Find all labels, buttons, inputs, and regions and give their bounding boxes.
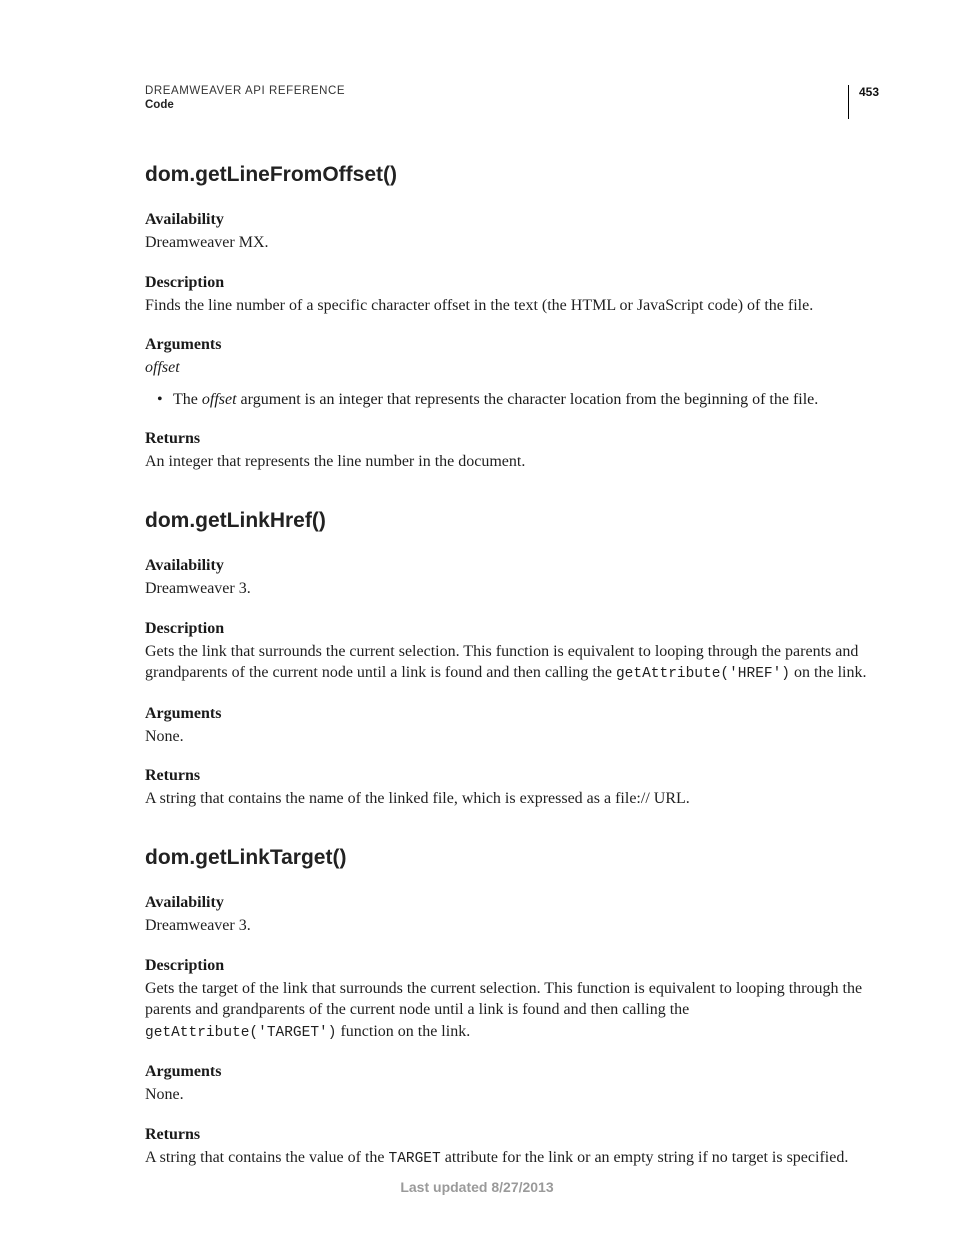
desc-post: function on the link. xyxy=(336,1023,470,1040)
returns-label: Returns xyxy=(145,430,879,448)
arg-em: offset xyxy=(202,391,237,408)
description-label: Description xyxy=(145,957,879,975)
doc-section: Code xyxy=(145,99,879,111)
returns-text: A string that contains the value of the … xyxy=(145,1147,879,1170)
api-entry: dom.getLinkHref() Availability Dreamweav… xyxy=(145,509,879,810)
page-number: 453 xyxy=(859,85,879,99)
arguments-list: The offset argument is an integer that r… xyxy=(145,389,879,411)
desc-pre: Gets the target of the link that surroun… xyxy=(145,980,862,1019)
ret-code: TARGET xyxy=(389,1151,441,1167)
availability-label: Availability xyxy=(145,211,879,229)
desc-code: getAttribute('HREF') xyxy=(616,666,790,682)
arguments-label: Arguments xyxy=(145,1063,879,1081)
availability-text: Dreamweaver MX. xyxy=(145,232,879,254)
function-heading: dom.getLinkTarget() xyxy=(145,846,879,870)
doc-title: DREAMWEAVER API REFERENCE xyxy=(145,85,879,97)
argument-item: The offset argument is an integer that r… xyxy=(161,389,879,411)
api-entry: dom.getLineFromOffset() Availability Dre… xyxy=(145,163,879,473)
returns-label: Returns xyxy=(145,767,879,785)
description-label: Description xyxy=(145,274,879,292)
ret-pre: A string that contains the value of the xyxy=(145,1149,389,1166)
availability-text: Dreamweaver 3. xyxy=(145,915,879,937)
footer-updated: Last updated 8/27/2013 xyxy=(0,1179,954,1195)
desc-code: getAttribute('TARGET') xyxy=(145,1025,336,1041)
availability-text: Dreamweaver 3. xyxy=(145,578,879,600)
function-heading: dom.getLineFromOffset() xyxy=(145,163,879,187)
arguments-label: Arguments xyxy=(145,705,879,723)
description-label: Description xyxy=(145,620,879,638)
returns-text: A string that contains the name of the l… xyxy=(145,788,879,810)
description-text: Gets the target of the link that surroun… xyxy=(145,978,879,1044)
returns-text: An integer that represents the line numb… xyxy=(145,451,879,473)
arguments-text: None. xyxy=(145,726,879,748)
description-text: Gets the link that surrounds the current… xyxy=(145,641,879,685)
desc-post: on the link. xyxy=(790,664,866,681)
function-heading: dom.getLinkHref() xyxy=(145,509,879,533)
api-entry: dom.getLinkTarget() Availability Dreamwe… xyxy=(145,846,879,1170)
running-header: DREAMWEAVER API REFERENCE Code 453 xyxy=(145,85,879,125)
arg-pre: The xyxy=(173,391,202,408)
page-number-box: 453 xyxy=(848,85,879,119)
arg-post: argument is an integer that represents t… xyxy=(237,391,819,408)
arguments-text: None. xyxy=(145,1084,879,1106)
description-text: Finds the line number of a specific char… xyxy=(145,295,879,317)
arguments-signature: offset xyxy=(145,357,879,379)
page: DREAMWEAVER API REFERENCE Code 453 dom.g… xyxy=(0,0,954,1235)
availability-label: Availability xyxy=(145,894,879,912)
ret-post: attribute for the link or an empty strin… xyxy=(441,1149,849,1166)
arguments-label: Arguments xyxy=(145,336,879,354)
availability-label: Availability xyxy=(145,557,879,575)
returns-label: Returns xyxy=(145,1126,879,1144)
